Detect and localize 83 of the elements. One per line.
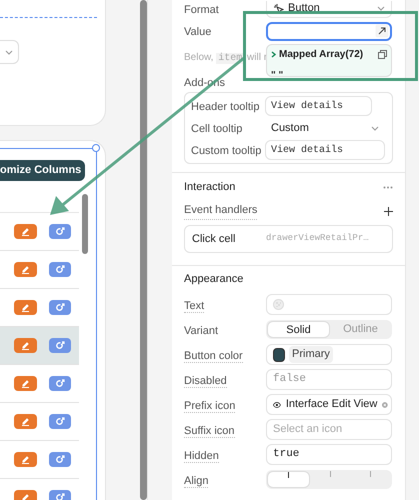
open-button[interactable] [49,376,71,391]
edit-button[interactable] [14,300,37,315]
field-label: Value [184,26,212,38]
field-label: Format [184,4,219,16]
array-value: " " [271,70,284,81]
field-label: Custom tooltip [191,145,262,157]
align-icon [368,471,374,477]
arrow-circle-icon [56,341,64,350]
event-name: Click cell [192,232,236,247]
open-button[interactable] [49,414,71,429]
tooltip-input[interactable]: View details [265,96,372,116]
field-label: Align [184,474,208,488]
pencil-icon [21,455,30,464]
arrow-circle-icon [56,455,64,464]
checker-icon [273,299,284,310]
chevron-down-icon [377,6,385,11]
pencil-icon [21,379,30,388]
color-select[interactable]: Primary [266,344,392,365]
edit-button[interactable] [14,452,37,467]
field-label: Disabled [184,374,227,388]
edit-button[interactable] [14,376,37,391]
field-label: Prefix icon [184,400,236,412]
arrow-circle-icon [56,493,64,500]
pencil-icon [21,227,30,236]
arrow-circle-icon [56,265,64,274]
open-button[interactable] [49,262,71,277]
event-action: drawerViewRetailPr… [266,232,369,246]
open-button[interactable] [49,224,71,239]
edit-button[interactable] [14,414,37,429]
clear-icon[interactable] [382,400,388,408]
open-button[interactable] [49,338,71,353]
arrow-circle-icon [56,379,64,388]
field-label: Variant [184,324,218,336]
field-label: Suffix icon [184,424,235,438]
pencil-icon [21,417,30,426]
cursor-click-icon [273,3,284,14]
variant-option[interactable]: Solid [267,321,330,338]
pencil-icon [21,341,30,350]
arrow-circle-icon [56,417,64,426]
arrow-circle-icon [56,227,64,236]
field-label: Header tooltip [191,101,260,113]
chevron-down-icon [371,126,379,130]
value-input[interactable] [266,22,392,40]
edit-button[interactable] [14,224,37,239]
align-icon [328,471,332,477]
field-label: Event handlers [184,202,258,220]
field-label: Button color [184,350,243,362]
edit-button[interactable] [14,338,37,353]
format-select[interactable]: Button [266,0,392,18]
pencil-icon [21,303,30,312]
tooltip-select[interactable]: Custom [265,118,385,138]
chevron-right-icon[interactable] [271,51,276,58]
field-label: Cell tooltip [191,123,242,135]
mapped-array-title: Mapped Array(72) [279,48,364,62]
field-label: Text [184,300,204,312]
pencil-icon [21,265,30,274]
arrow-circle-icon [56,303,64,312]
icon-name: Interface Edit View [286,397,378,412]
tooltip-input[interactable]: View details [265,140,385,160]
eye-icon [273,400,281,408]
expand-icon[interactable] [375,24,389,38]
section-title: Appearance [184,272,244,287]
more-icon[interactable] [383,186,393,188]
icon-select[interactable]: Interface Edit View [266,394,392,415]
code-input[interactable]: true [266,444,392,465]
field-label: Hidden [184,450,219,462]
table-scrollbar[interactable] [82,194,88,254]
open-button[interactable] [49,452,71,467]
event-handler[interactable]: Click cell drawerViewRetailPr… [184,225,393,253]
color-name: Primary [289,346,333,363]
table-row[interactable] [0,327,79,365]
chevron-down-icon [5,50,13,54]
edit-button[interactable] [14,262,37,277]
pencil-icon [21,493,30,500]
add-icon[interactable] [384,206,393,216]
canvas-scrollbar[interactable] [140,0,147,500]
text-input[interactable] [266,294,392,315]
align-icon [286,472,291,478]
copy-icon[interactable] [378,50,387,59]
open-button[interactable] [49,300,71,315]
format-value: Button [288,1,321,16]
section-title: Interaction [184,180,236,195]
customize-columns-button[interactable]: omize Columns [0,160,85,181]
